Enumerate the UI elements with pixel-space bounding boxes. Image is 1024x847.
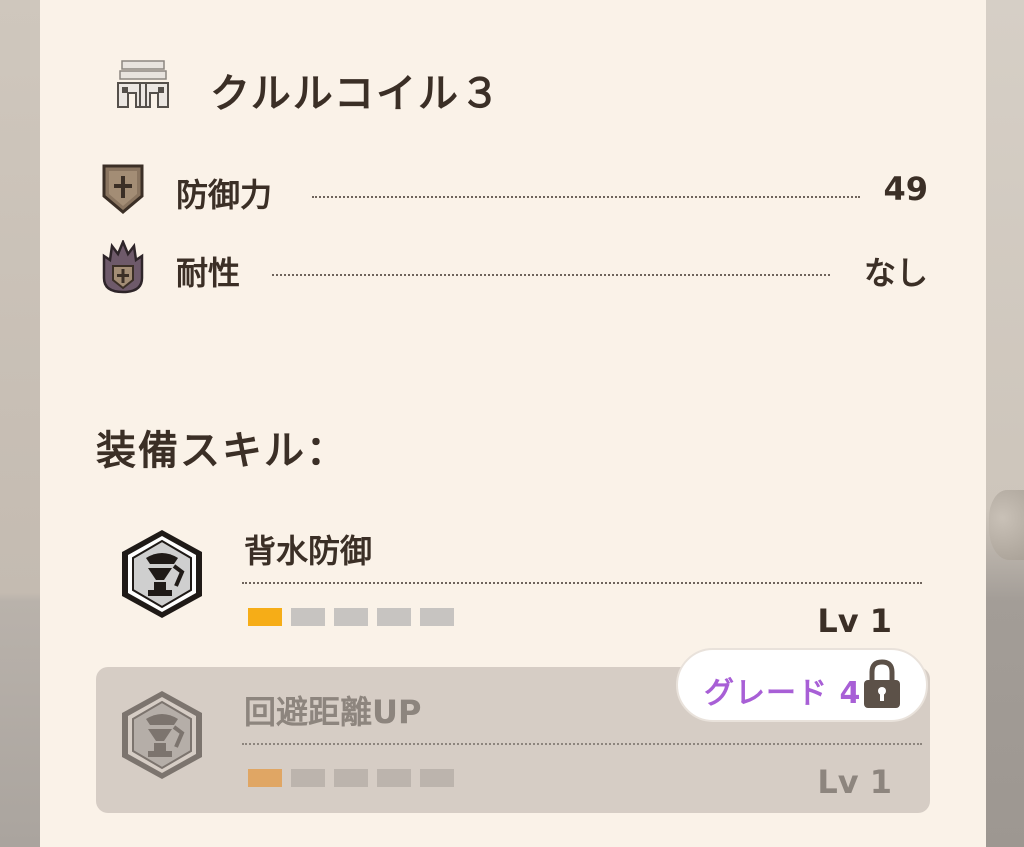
defense-shield-icon [102,164,144,214]
skill-name: 背水防御 [244,532,373,570]
level-segment-empty [420,608,454,626]
grade-lock-badge[interactable]: グレード 4 [676,648,928,722]
skill-hexagon-icon [122,530,202,618]
background-left [0,0,40,847]
level-segment-empty [291,608,325,626]
resistance-flame-icon [102,240,144,294]
dotted-divider [242,743,922,745]
armor-coil-icon [117,60,169,108]
dotted-leader [312,196,860,198]
background-ornament [989,490,1024,560]
stat-label: 防御力 [176,176,273,214]
level-segment-empty [334,608,368,626]
skill-name: 回避距離UP [244,693,422,731]
level-segment-filled [248,769,282,787]
level-segment-empty [377,608,411,626]
stat-value: 49 [883,170,928,208]
skill-hexagon-icon [122,691,202,779]
level-segment-filled [248,608,282,626]
skill-level-bars [248,608,463,626]
stat-row-defense: 防御力 49 [40,162,986,218]
skill-level-bars [248,769,463,787]
dotted-divider [242,582,922,584]
dotted-leader [272,274,830,276]
stat-value: なし [863,254,928,292]
lock-icon [864,659,900,708]
skills-section-title: 装備スキル： [96,428,348,474]
stat-label: 耐性 [176,254,241,292]
level-segment-empty [420,769,454,787]
item-header: クルルコイル３ [40,55,986,125]
equipment-detail-panel: クルルコイル３ 防御力 49 耐性 なし 装備スキル： 背水防御 Lv 1 回避… [40,0,986,847]
level-segment-empty [334,769,368,787]
item-name: クルルコイル３ [210,71,502,117]
background-right [986,0,1024,847]
grade-label: グレード 4 [704,676,862,711]
level-segment-empty [291,769,325,787]
level-segment-empty [377,769,411,787]
stat-row-resistance: 耐性 なし [40,240,986,296]
skill-level: Lv 1 [817,602,892,640]
skill-item[interactable]: 背水防御 Lv 1 [96,506,930,652]
skill-level: Lv 1 [817,763,892,801]
